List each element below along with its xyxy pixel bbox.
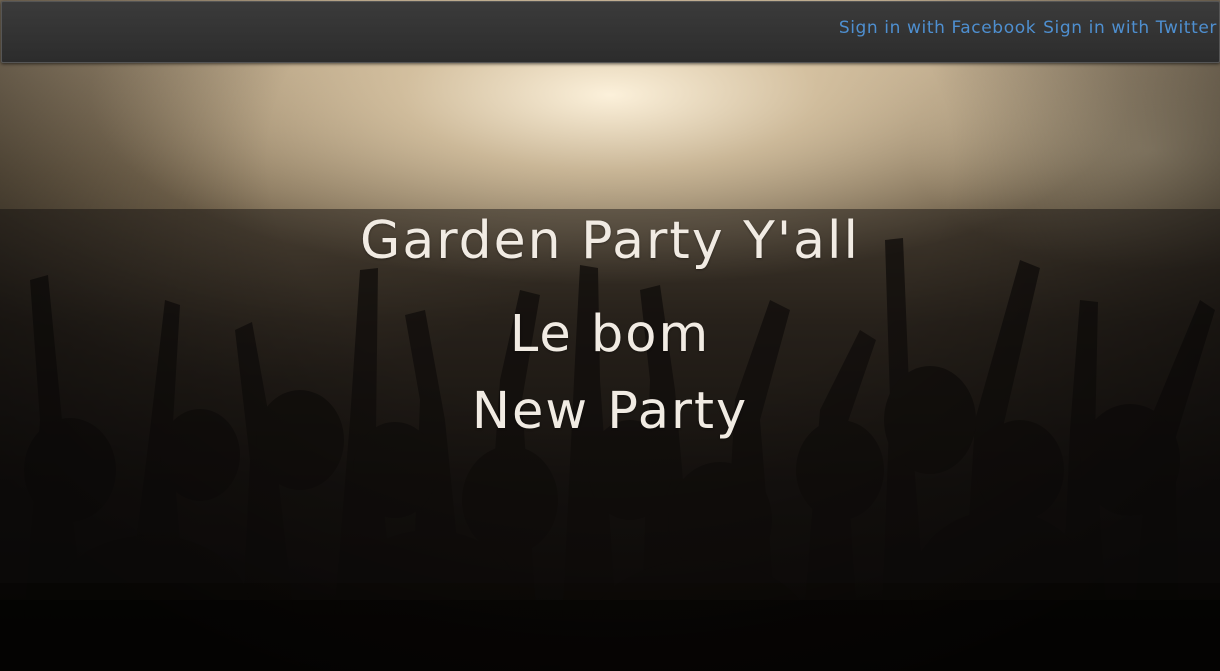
page: Sign in with Facebook Sign in with Twitt… [0,0,1220,671]
event-line-2: New Party [471,382,749,441]
event-title: Garden Party Y'all [360,211,860,271]
sign-in-twitter-link[interactable]: Sign in with Twitter [1043,18,1217,38]
event-line-1: Le bom [509,305,711,364]
top-navbar: Sign in with Facebook Sign in with Twitt… [1,1,1220,63]
auth-links: Sign in with Facebook Sign in with Twitt… [839,18,1217,38]
sign-in-facebook-link[interactable]: Sign in with Facebook [839,18,1036,38]
